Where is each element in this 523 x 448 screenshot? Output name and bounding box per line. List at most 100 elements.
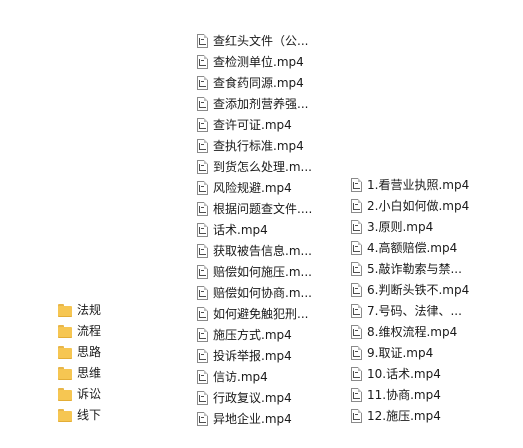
file-item[interactable]: 7.号码、法律、... <box>351 301 462 321</box>
video-file-icon <box>197 181 208 195</box>
folder-item[interactable]: 思路 <box>58 342 101 362</box>
file-item[interactable]: 获取被告信息.m... <box>197 241 312 261</box>
file-label: 12.施压.mp4 <box>367 409 441 423</box>
file-item[interactable]: 投诉举报.mp4 <box>197 346 292 366</box>
video-file-icon <box>197 265 208 279</box>
folder-item[interactable]: 线下 <box>58 405 101 425</box>
file-label: 异地企业.mp4 <box>213 412 292 426</box>
file-label: 1.看营业执照.mp4 <box>367 178 470 192</box>
file-label: 9.取证.mp4 <box>367 346 434 360</box>
file-item[interactable]: 11.协商.mp4 <box>351 385 441 405</box>
folder-item[interactable]: 诉讼 <box>58 384 101 404</box>
video-file-icon <box>351 409 362 423</box>
file-item[interactable]: 行政复议.mp4 <box>197 388 292 408</box>
folder-icon <box>58 303 72 317</box>
file-item[interactable]: 9.取证.mp4 <box>351 343 433 363</box>
file-label: 行政复议.mp4 <box>213 391 292 405</box>
file-item[interactable]: 施压方式.mp4 <box>197 325 292 345</box>
folder-label: 线下 <box>77 408 102 422</box>
file-item[interactable]: 查许可证.mp4 <box>197 115 292 135</box>
folder-item[interactable]: 法规 <box>58 300 101 320</box>
video-file-icon <box>351 199 362 213</box>
file-label: 到货怎么处理.m... <box>213 160 312 174</box>
file-item[interactable]: 12.施压.mp4 <box>351 406 441 426</box>
file-item[interactable]: 话术.mp4 <box>197 220 268 240</box>
video-file-icon <box>197 244 208 258</box>
folder-label: 法规 <box>77 303 102 317</box>
file-item[interactable]: 异地企业.mp4 <box>197 409 292 429</box>
file-label: 10.话术.mp4 <box>367 367 441 381</box>
file-label: 7.号码、法律、... <box>367 304 462 318</box>
folder-label: 思维 <box>77 366 102 380</box>
file-item[interactable]: 6.判断头铁不.mp4 <box>351 280 469 300</box>
file-item[interactable]: 风险规避.mp4 <box>197 178 292 198</box>
video-file-icon <box>197 412 208 426</box>
video-file-icon <box>197 118 208 132</box>
folder-item[interactable]: 流程 <box>58 321 101 341</box>
file-item[interactable]: 2.小白如何做.mp4 <box>351 196 469 216</box>
video-file-icon <box>197 202 208 216</box>
video-file-icon <box>197 391 208 405</box>
video-file-icon <box>197 97 208 111</box>
video-file-icon <box>197 286 208 300</box>
file-item[interactable]: 查检测单位.mp4 <box>197 52 304 72</box>
video-file-icon <box>197 139 208 153</box>
file-label: 信访.mp4 <box>213 370 268 384</box>
file-item[interactable]: 赔偿如何施压.m... <box>197 262 312 282</box>
file-label: 查执行标准.mp4 <box>213 139 304 153</box>
video-file-icon <box>351 346 362 360</box>
file-label: 风险规避.mp4 <box>213 181 292 195</box>
file-label: 查许可证.mp4 <box>213 118 292 132</box>
file-item[interactable]: 3.原则.mp4 <box>351 217 433 237</box>
video-file-icon <box>197 328 208 342</box>
video-file-icon <box>197 160 208 174</box>
file-label: 8.维权流程.mp4 <box>367 325 458 339</box>
file-item[interactable]: 查执行标准.mp4 <box>197 136 304 156</box>
file-label: 赔偿如何协商.m... <box>213 286 312 300</box>
video-file-icon <box>197 349 208 363</box>
file-label: 2.小白如何做.mp4 <box>367 199 470 213</box>
video-file-icon <box>197 307 208 321</box>
file-label: 查添加剂营养强... <box>213 97 309 111</box>
folder-item[interactable]: 思维 <box>58 363 101 383</box>
folder-icon <box>58 366 72 380</box>
file-label: 如何避免触犯刑... <box>213 307 309 321</box>
file-item[interactable]: 1.看营业执照.mp4 <box>351 175 469 195</box>
file-item[interactable]: 到货怎么处理.m... <box>197 157 312 177</box>
video-file-icon <box>197 55 208 69</box>
video-file-icon <box>351 241 362 255</box>
video-file-icon <box>197 34 208 48</box>
file-label: 查检测单位.mp4 <box>213 55 304 69</box>
file-item[interactable]: 根据问题查文件.... <box>197 199 312 219</box>
file-label: 赔偿如何施压.m... <box>213 265 312 279</box>
file-item[interactable]: 赔偿如何协商.m... <box>197 283 312 303</box>
video-file-icon <box>351 325 362 339</box>
folder-label: 思路 <box>77 345 102 359</box>
file-label: 投诉举报.mp4 <box>213 349 292 363</box>
file-item[interactable]: 查食药同源.mp4 <box>197 73 304 93</box>
video-file-icon <box>197 370 208 384</box>
file-item[interactable]: 如何避免触犯刑... <box>197 304 308 324</box>
file-item[interactable]: 查红头文件（公... <box>197 31 308 51</box>
video-file-icon <box>351 388 362 402</box>
video-file-icon <box>351 283 362 297</box>
folder-icon <box>58 345 72 359</box>
file-item[interactable]: 5.敲诈勒索与禁... <box>351 259 462 279</box>
file-label: 查红头文件（公... <box>213 34 309 48</box>
video-file-icon <box>351 262 362 276</box>
file-item[interactable]: 10.话术.mp4 <box>351 364 441 384</box>
video-file-icon <box>197 76 208 90</box>
file-item[interactable]: 8.维权流程.mp4 <box>351 322 457 342</box>
file-label: 3.原则.mp4 <box>367 220 434 234</box>
file-item[interactable]: 信访.mp4 <box>197 367 268 387</box>
file-item[interactable]: 4.高额赔偿.mp4 <box>351 238 457 258</box>
video-file-icon <box>351 220 362 234</box>
file-label: 5.敲诈勒索与禁... <box>367 262 462 276</box>
folder-label: 流程 <box>77 324 102 338</box>
video-file-icon <box>351 367 362 381</box>
file-label: 话术.mp4 <box>213 223 268 237</box>
video-file-icon <box>351 178 362 192</box>
file-item[interactable]: 查添加剂营养强... <box>197 94 308 114</box>
folder-icon <box>58 324 72 338</box>
file-label: 6.判断头铁不.mp4 <box>367 283 470 297</box>
